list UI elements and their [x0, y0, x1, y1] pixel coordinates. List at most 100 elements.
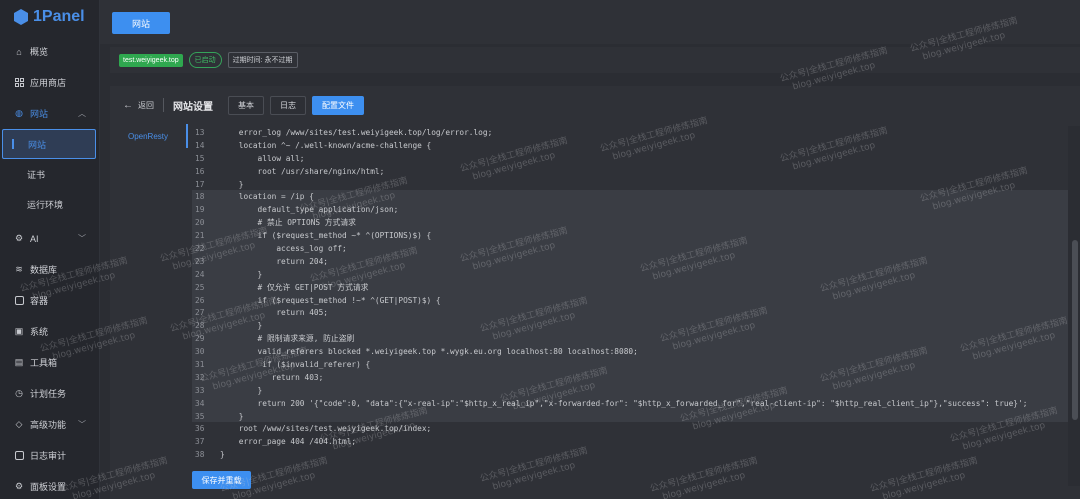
code-line[interactable]: 31 if ($invalid_referer) {	[192, 358, 1072, 371]
app-logo[interactable]: 1Panel	[14, 8, 85, 26]
sidebar-subitem-certificates[interactable]: 证书	[0, 159, 100, 189]
site-domain-badge: test.weiyigeek.top	[119, 53, 183, 67]
code-text: return 405;	[220, 308, 328, 318]
code-editor[interactable]: 13 error_log /www/sites/test.weiyigeek.t…	[192, 126, 1072, 471]
code-line[interactable]: 13 error_log /www/sites/test.weiyigeek.t…	[192, 126, 1072, 139]
line-number: 31	[195, 359, 205, 369]
code-line[interactable]: 18 location = /ip {	[192, 190, 1072, 204]
log-icon	[14, 451, 24, 461]
code-text: # 禁止 OPTIONS 方式请求	[220, 218, 356, 228]
code-text: return 403;	[220, 372, 324, 382]
sidebar-item-overview[interactable]: ⌂ 概览	[0, 36, 100, 67]
code-line[interactable]: 17 }	[192, 178, 1072, 191]
sidebar-item-cron[interactable]: ◷ 计划任务	[0, 378, 100, 409]
code-text: }	[220, 269, 263, 279]
sidebar-item-label: 高级功能	[30, 420, 67, 430]
sidebar-item-app-store[interactable]: 应用商店	[0, 67, 100, 98]
code-text: error_log /www/sites/test.weiyigeek.top/…	[220, 127, 493, 137]
code-line[interactable]: 23 return 204;	[192, 254, 1072, 268]
sidebar-item-advanced[interactable]: ◇ 高级功能 ﹀	[0, 409, 100, 440]
sidebar-item-containers[interactable]: 容器	[0, 285, 100, 316]
code-line[interactable]: 29 # 限制请求来源, 防止盗刷	[192, 332, 1072, 346]
sidebar-item-label: 计划任务	[30, 389, 67, 399]
code-line[interactable]: 28 }	[192, 319, 1072, 333]
line-number: 37	[195, 437, 205, 447]
back-button[interactable]: ← 返回	[123, 100, 154, 111]
code-text: # 仅允许 GET|POST 方式请求	[220, 282, 369, 292]
sidebar-item-websites[interactable]: ◍ 网站 ︿	[0, 98, 100, 129]
back-label: 返回	[138, 100, 154, 110]
code-line[interactable]: 21 if ($request_method ~* ^(OPTIONS)$) {	[192, 229, 1072, 243]
code-text: }	[220, 321, 263, 331]
page-title: 网站设置	[173, 101, 213, 113]
tab-config-file[interactable]: 配置文件	[312, 95, 364, 115]
code-line[interactable]: 15 allow all;	[192, 152, 1072, 165]
website-settings-panel: ← 返回 网站设置 基本 日志 配置文件 OpenResty 13 error_…	[110, 86, 1080, 499]
code-line[interactable]: 38}	[192, 448, 1072, 461]
line-number: 32	[195, 372, 205, 382]
sidebar-subitem-websites[interactable]: 网站	[2, 129, 96, 159]
line-number: 15	[195, 153, 205, 163]
sidebar-item-database[interactable]: ≋ 数据库	[0, 254, 100, 285]
line-number: 27	[195, 308, 205, 318]
sidebar-subitem-label: 证书	[27, 169, 46, 180]
code-line[interactable]: 35 }	[192, 409, 1072, 423]
code-line[interactable]: 33 }	[192, 383, 1072, 397]
app-name: 1Panel	[33, 8, 85, 25]
gear-icon: ⚙	[14, 481, 24, 491]
code-line[interactable]: 30 valid_referers blocked *.weiyigeek.to…	[192, 345, 1072, 359]
code-line[interactable]: 34 return 200 '{"code":0, "data":{"x-rea…	[192, 396, 1072, 410]
tab-websites[interactable]: 网站	[112, 12, 170, 34]
tab-basic[interactable]: 基本	[228, 95, 264, 115]
code-text: valid_referers blocked *.weiyigeek.top *…	[220, 347, 638, 357]
editor-scrollbar[interactable]	[1072, 240, 1078, 420]
sidebar-item-label: 工具箱	[30, 358, 58, 368]
sidebar-item-settings[interactable]: ⚙ 面板设置	[0, 471, 100, 499]
code-line[interactable]: 25 # 仅允许 GET|POST 方式请求	[192, 280, 1072, 294]
status-badge: 已启动	[188, 52, 222, 68]
save-and-reload-button[interactable]: 保存并重载	[192, 471, 251, 489]
code-line[interactable]: 14 location ^~ /.well-known/acme-challen…	[192, 139, 1072, 152]
code-text: allow all;	[220, 153, 305, 163]
code-line[interactable]: 24 }	[192, 267, 1072, 281]
code-line[interactable]: 37 error_page 404 /404.html;	[192, 435, 1072, 448]
code-line[interactable]: 32 return 403;	[192, 370, 1072, 384]
divider	[163, 98, 164, 112]
code-line[interactable]: 27 return 405;	[192, 306, 1072, 320]
sidebar-item-ai[interactable]: ⚙ AI ﹀	[0, 223, 100, 254]
line-number: 38	[195, 450, 205, 460]
line-number: 21	[195, 231, 205, 241]
sidebar-item-label: 容器	[30, 296, 49, 306]
code-text: location = /ip {	[220, 192, 314, 202]
code-line[interactable]: 26 if ($request_method !~* ^(GET|POST)$)…	[192, 293, 1072, 307]
line-number: 22	[195, 243, 205, 253]
code-line[interactable]: 16 root /usr/share/nginx/html;	[192, 165, 1072, 178]
line-number: 16	[195, 166, 205, 176]
code-line[interactable]: 22 access_log off;	[192, 242, 1072, 255]
expire-badge: 过期时间: 永不过期	[227, 52, 298, 68]
code-text: root /usr/share/nginx/html;	[220, 166, 385, 176]
sidebar-item-label: 日志审计	[30, 451, 67, 461]
line-number: 17	[195, 179, 205, 189]
clock-icon: ◷	[15, 388, 23, 398]
code-text: return 200 '{"code":0, "data":{"x-real-i…	[220, 398, 1028, 408]
sidebar: 1Panel ⌂ 概览 应用商店 ◍ 网站 ︿ 网站 证书 运行环境 ⚙ AI …	[0, 0, 100, 499]
1panel-logo-icon	[14, 9, 28, 25]
sidebar-item-label: AI	[30, 233, 39, 244]
sidebar-item-system[interactable]: ▣ 系统	[0, 316, 100, 347]
code-text: }	[220, 179, 244, 189]
line-number: 33	[195, 385, 205, 395]
sidebar-item-logs[interactable]: 日志审计	[0, 440, 100, 471]
code-text: return 204;	[220, 256, 328, 266]
line-number: 26	[195, 295, 205, 305]
sidebar-subitem-runtime[interactable]: 运行环境	[0, 189, 100, 219]
sidebar-item-toolbox[interactable]: ▤ 工具箱	[0, 347, 100, 378]
side-tab-openresty[interactable]: OpenResty	[110, 124, 188, 148]
code-line[interactable]: 20 # 禁止 OPTIONS 方式请求	[192, 216, 1072, 230]
line-number: 29	[195, 334, 205, 344]
container-icon	[14, 296, 24, 306]
robot-icon: ⚙	[14, 233, 24, 243]
tab-logs[interactable]: 日志	[270, 95, 306, 115]
code-line[interactable]: 19 default_type application/json;	[192, 203, 1072, 217]
code-line[interactable]: 36 root /www/sites/test.weiyigeek.top/in…	[192, 422, 1072, 435]
